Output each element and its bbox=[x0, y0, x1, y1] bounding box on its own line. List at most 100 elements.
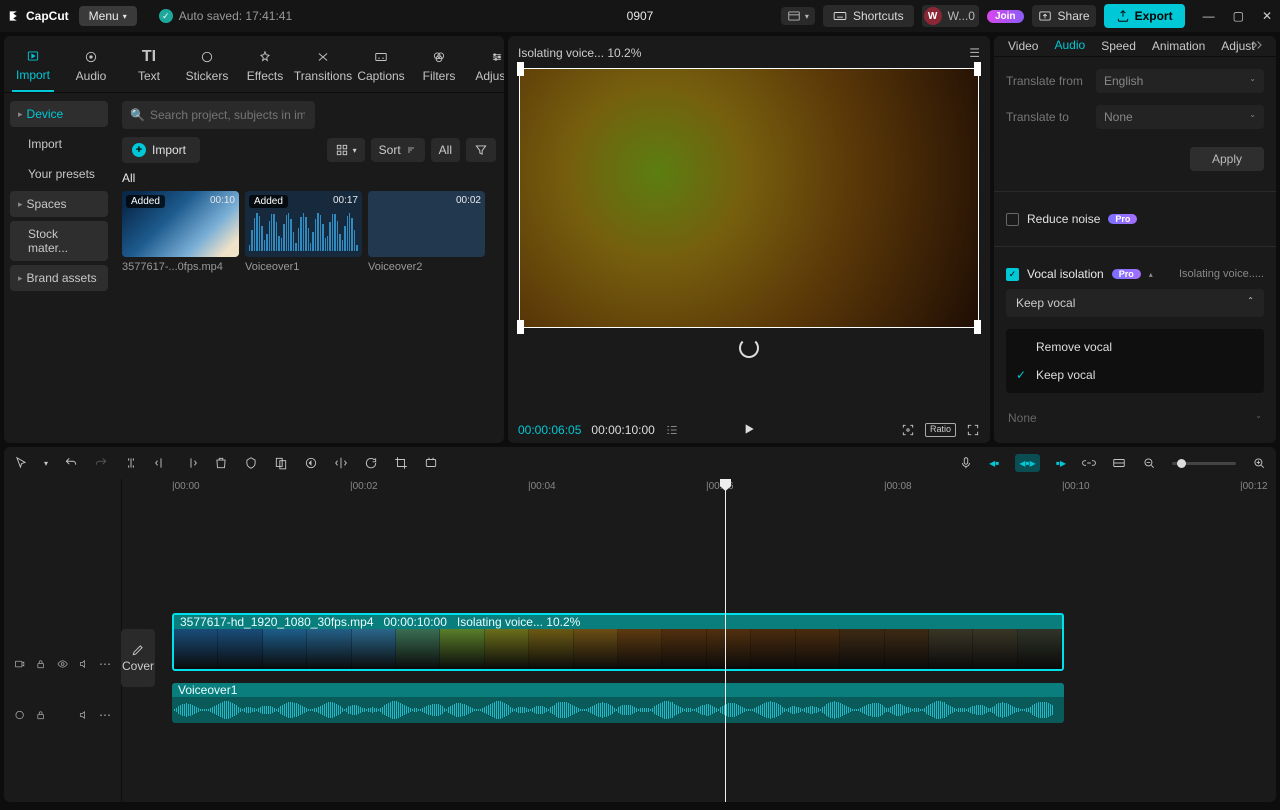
zoom-slider[interactable] bbox=[1172, 462, 1236, 465]
mute-icon[interactable] bbox=[78, 708, 89, 722]
snap-center[interactable]: ◂▪▸ bbox=[1015, 454, 1039, 472]
maximize-button[interactable]: ▢ bbox=[1233, 9, 1244, 23]
snap-right[interactable]: ▪▸ bbox=[1056, 456, 1066, 470]
view-grid[interactable]: ▾ bbox=[327, 138, 365, 162]
playhead[interactable] bbox=[725, 479, 726, 802]
translate-to-select[interactable]: None⌄ bbox=[1096, 105, 1264, 129]
filter-all[interactable]: All bbox=[431, 138, 460, 162]
resize-handle[interactable] bbox=[517, 62, 524, 76]
sort-button[interactable]: Sort bbox=[371, 138, 425, 162]
minimize-button[interactable]: — bbox=[1203, 9, 1215, 23]
filter-funnel[interactable] bbox=[466, 138, 496, 162]
none-select[interactable]: None⌄ bbox=[1006, 405, 1264, 431]
track-more[interactable]: ⋯ bbox=[99, 708, 111, 722]
menu-button[interactable]: Menu▾ bbox=[79, 6, 137, 26]
delete-icon[interactable] bbox=[214, 456, 228, 470]
tab-captions[interactable]: Captions bbox=[360, 43, 402, 91]
marker-icon[interactable] bbox=[244, 456, 258, 470]
option-remove-vocal[interactable]: Remove vocal bbox=[1006, 333, 1264, 361]
split-left-icon[interactable] bbox=[154, 456, 168, 470]
track-more[interactable]: ⋯ bbox=[99, 657, 111, 671]
tab-transitions[interactable]: Transitions bbox=[302, 43, 344, 91]
play-button[interactable] bbox=[741, 421, 757, 440]
lock-icon[interactable] bbox=[35, 657, 46, 671]
lock-icon[interactable] bbox=[35, 708, 46, 722]
vocal-mode-select[interactable]: Keep vocal⌃ bbox=[1006, 289, 1264, 317]
zoom-in-icon[interactable] bbox=[1252, 456, 1266, 470]
preview-canvas[interactable] bbox=[519, 68, 979, 328]
sidenav-import[interactable]: Import bbox=[10, 131, 108, 157]
resize-handle[interactable] bbox=[517, 320, 524, 334]
export-button[interactable]: Export bbox=[1104, 4, 1185, 28]
workspace-switcher[interactable]: W W...0 bbox=[922, 5, 979, 27]
vocal-isolation-row[interactable]: ✓ Vocal isolation Pro ▴ Isolating voice.… bbox=[1006, 267, 1264, 281]
project-name[interactable]: 0907 bbox=[627, 9, 654, 23]
cover-button[interactable]: Cover bbox=[121, 629, 155, 687]
tab-audio[interactable]: Audio bbox=[70, 43, 112, 91]
tab-video[interactable]: Video bbox=[1006, 36, 1040, 57]
preview-toggle-icon[interactable] bbox=[1112, 456, 1126, 470]
reduce-noise-row[interactable]: Reduce noise Pro bbox=[1006, 212, 1264, 226]
sidenav-device[interactable]: ▸Device bbox=[10, 101, 108, 127]
list-icon[interactable] bbox=[665, 423, 679, 437]
tab-stickers[interactable]: Stickers bbox=[186, 43, 228, 91]
ratio-button[interactable]: Ratio bbox=[925, 423, 956, 437]
tab-text[interactable]: TIText bbox=[128, 43, 170, 91]
split-icon[interactable] bbox=[124, 456, 138, 470]
loading-spinner-icon bbox=[739, 338, 759, 358]
tab-audio[interactable]: Audio bbox=[1052, 36, 1087, 57]
cursor-icon[interactable] bbox=[14, 456, 28, 470]
join-badge[interactable]: Join bbox=[987, 10, 1024, 23]
snap-left[interactable]: ◂▪ bbox=[989, 456, 999, 470]
mic-icon[interactable] bbox=[959, 456, 973, 470]
tab-filters[interactable]: Filters bbox=[418, 43, 460, 91]
tab-adjustment[interactable]: Adjustm bbox=[476, 43, 504, 91]
resize-handle[interactable] bbox=[974, 320, 981, 334]
translate-from-select[interactable]: English⌄ bbox=[1096, 69, 1264, 93]
eye-icon[interactable] bbox=[57, 657, 68, 671]
resize-handle[interactable] bbox=[974, 62, 981, 76]
clone-icon[interactable] bbox=[274, 456, 288, 470]
tab-import[interactable]: Import bbox=[12, 42, 54, 92]
checkbox-unchecked[interactable] bbox=[1006, 213, 1019, 226]
import-button[interactable]: +Import bbox=[122, 137, 200, 163]
time-ruler[interactable]: |00:00 |00:02 |00:04 |00:06 |00:08 |00:1… bbox=[122, 479, 1276, 499]
link-icon[interactable] bbox=[1082, 456, 1096, 470]
rotate-icon[interactable] bbox=[364, 456, 378, 470]
ai-icon[interactable] bbox=[424, 456, 438, 470]
focus-icon[interactable] bbox=[901, 423, 915, 437]
apply-button[interactable]: Apply bbox=[1190, 147, 1264, 171]
mirror-icon[interactable] bbox=[334, 456, 348, 470]
audio-clip[interactable]: Voiceover1 bbox=[172, 683, 1064, 723]
media-search-input[interactable] bbox=[122, 101, 315, 129]
video-clip[interactable]: 3577617-hd_1920_1080_30fps.mp400:00:10:0… bbox=[172, 613, 1064, 671]
shortcuts-button[interactable]: Shortcuts bbox=[823, 5, 914, 27]
tracks-area[interactable]: |00:00 |00:02 |00:04 |00:06 |00:08 |00:1… bbox=[122, 479, 1276, 802]
close-button[interactable]: ✕ bbox=[1262, 9, 1272, 23]
undo-icon[interactable] bbox=[64, 456, 78, 470]
pencil-icon bbox=[131, 643, 145, 657]
sidenav-stock[interactable]: Stock mater... bbox=[10, 221, 108, 261]
inspector-expand[interactable] bbox=[1250, 38, 1264, 55]
media-item[interactable]: Added00:17 Voiceover1 bbox=[245, 191, 362, 273]
sidenav-presets[interactable]: Your presets bbox=[10, 161, 108, 187]
redo-icon[interactable] bbox=[94, 456, 108, 470]
split-right-icon[interactable] bbox=[184, 456, 198, 470]
tab-speed[interactable]: Speed bbox=[1099, 36, 1138, 57]
tab-animation[interactable]: Animation bbox=[1150, 36, 1207, 57]
tab-effects[interactable]: Effects bbox=[244, 43, 286, 91]
checkbox-checked[interactable]: ✓ bbox=[1006, 268, 1019, 281]
layout-toggle[interactable]: ▾ bbox=[781, 7, 815, 25]
sidenav-spaces[interactable]: ▸Spaces bbox=[10, 191, 108, 217]
fullscreen-icon[interactable] bbox=[966, 423, 980, 437]
sidenav-brand[interactable]: ▸Brand assets bbox=[10, 265, 108, 291]
media-item[interactable]: Added00:10 3577617-...0fps.mp4 bbox=[122, 191, 239, 273]
reverse-icon[interactable] bbox=[304, 456, 318, 470]
media-item[interactable]: 00:02 Voiceover2 bbox=[368, 191, 485, 273]
share-button[interactable]: Share bbox=[1032, 5, 1096, 27]
option-keep-vocal[interactable]: ✓Keep vocal bbox=[1006, 361, 1264, 389]
preview-menu[interactable]: ☰ bbox=[969, 46, 980, 60]
mute-icon[interactable] bbox=[78, 657, 89, 671]
crop-icon[interactable] bbox=[394, 456, 408, 470]
zoom-out-icon[interactable] bbox=[1142, 456, 1156, 470]
